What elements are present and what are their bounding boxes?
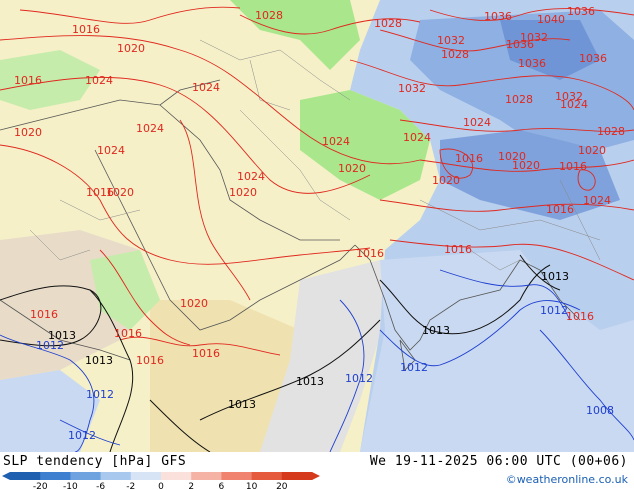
isobar-label: 1016: [192, 347, 220, 360]
isobar-label: 1016: [30, 308, 58, 321]
colorbar-swatch: [130, 472, 162, 480]
isobar-label: 1036: [579, 52, 607, 65]
colorbar-tick-label: -6: [96, 482, 105, 490]
isobar-label: 1016: [86, 186, 114, 199]
weather-map: 1016 1020 1016 1024 1020 1024 1024 1024 …: [0, 0, 634, 452]
isobar-label: 1020: [432, 174, 460, 187]
isobar-label: 1028: [441, 48, 469, 61]
colorbar-swatch: [100, 472, 132, 480]
isobar-label: 1016: [559, 160, 587, 173]
colorbar-swatch: [10, 472, 41, 480]
colorbar-tick-label: 10: [246, 482, 258, 490]
colorbar-tick-label: 20: [276, 482, 288, 490]
isobar-label: 1032: [398, 82, 426, 95]
isobar-label: 1020: [512, 159, 540, 172]
map-title: SLP tendency [hPa] GFS: [3, 454, 187, 469]
isobar-label: 1024: [463, 116, 491, 129]
valid-time: We 19-11-2025 06:00 UTC (00+06): [369, 454, 628, 469]
isobar-label: 1024: [85, 74, 113, 87]
isobar-label: 1028: [374, 17, 402, 30]
isobar-label: 1020: [14, 126, 42, 139]
isobar-label: 1013: [228, 398, 256, 411]
colorbar-swatch: [191, 472, 222, 480]
credit-link[interactable]: ©weatheronline.co.uk: [506, 473, 628, 486]
colorbar-legend: -20 -10 -6 -2 0 2 6 10 20: [2, 472, 320, 490]
isobar-label: 1016: [566, 310, 594, 323]
isobar-label: 1028: [255, 9, 283, 22]
isobar-label: 1016: [136, 354, 164, 367]
isobar-label: 1020: [117, 42, 145, 55]
isobar-label: 1036: [484, 10, 512, 23]
isobar-label: 1020: [229, 186, 257, 199]
isobar-label: 1016: [546, 203, 574, 216]
isobar-label: 1024: [583, 194, 611, 207]
colorbar-swatch: [40, 472, 71, 480]
isobar-label: 1024: [403, 131, 431, 144]
isobar-label: 1016: [72, 23, 100, 36]
isobar-label: 1036: [518, 57, 546, 70]
colorbar-max-arrow: [312, 472, 320, 480]
isobar-label: 1013: [296, 375, 324, 388]
isobar-label: 1020: [338, 162, 366, 175]
isobar-label: 1028: [597, 125, 625, 138]
colorbar-tick-label: 6: [219, 482, 225, 490]
colorbar-swatches: [2, 472, 320, 480]
isobar-label: 1016: [114, 327, 142, 340]
isobar-label: 1020: [578, 144, 606, 157]
isobar-label: 1012: [36, 339, 64, 352]
isobar-label: 1016: [356, 247, 384, 260]
isobar-label: 1012: [400, 361, 428, 374]
isobar-label: 1024: [136, 122, 164, 135]
map-canvas: 1016 1020 1016 1024 1020 1024 1024 1024 …: [0, 0, 634, 452]
isobar-label: 1036: [567, 5, 595, 18]
colorbar-tick-label: -2: [126, 482, 135, 490]
colorbar-swatch: [161, 472, 192, 480]
colorbar-tick-label: -10: [63, 482, 78, 490]
isobar-label: 1016: [455, 152, 483, 165]
isobar-label: 1012: [68, 429, 96, 442]
isobar-label: 1024: [97, 144, 125, 157]
isobar-label: 1024: [560, 98, 588, 111]
colorbar-swatch: [221, 472, 253, 480]
colorbar-tick-label: -20: [33, 482, 48, 490]
isobar-label: 1016: [444, 243, 472, 256]
isobar-label: 1024: [237, 170, 265, 183]
colorbar-swatch: [281, 472, 313, 480]
isobar-label: 1012: [345, 372, 373, 385]
isobar-label: 1024: [322, 135, 350, 148]
isobar-label: 1028: [505, 93, 533, 106]
isobar-label: 1032: [520, 31, 548, 44]
isobar-label: 1012: [86, 388, 114, 401]
isobar-label: 1016: [14, 74, 42, 87]
colorbar-tick-label: 0: [158, 482, 164, 490]
colorbar-tick-label: 2: [188, 482, 194, 490]
isobar-label: 1008: [586, 404, 614, 417]
isobar-label: 1013: [541, 270, 569, 283]
isobar-label: 1013: [85, 354, 113, 367]
isobar-label: 1020: [180, 297, 208, 310]
colorbar-swatch: [70, 472, 102, 480]
isobar-label: 1013: [422, 324, 450, 337]
colorbar-swatch: [251, 472, 283, 480]
colorbar-ticks: -20 -10 -6 -2 0 2 6 10 20: [33, 482, 288, 490]
isobar-label: 1032: [437, 34, 465, 47]
isobar-label: 1040: [537, 13, 565, 26]
isobar-label: 1012: [540, 304, 568, 317]
colorbar-min-arrow: [2, 472, 10, 480]
isobar-label: 1024: [192, 81, 220, 94]
